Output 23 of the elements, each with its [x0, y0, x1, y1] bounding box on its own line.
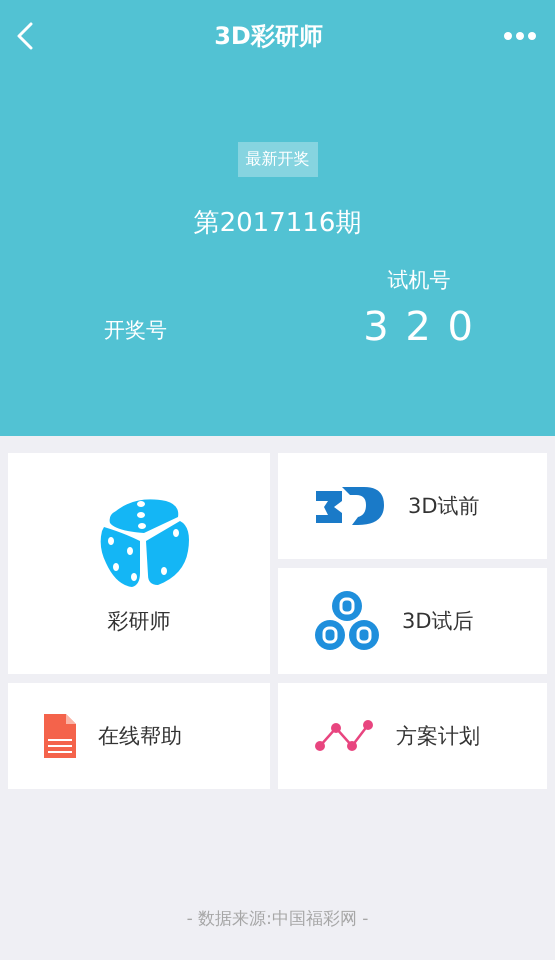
latest-draw-badge: 最新开奖	[238, 142, 318, 177]
trial-number: 3 2 0	[363, 304, 475, 350]
tile-label: 3D试后	[402, 608, 474, 635]
tile-label: 彩研师	[108, 608, 170, 634]
page-title: 3D彩研师	[214, 21, 323, 52]
menu-tile[interactable]: 3D试后	[278, 568, 547, 674]
tile-label: 3D试前	[408, 493, 480, 520]
document-icon	[44, 714, 76, 758]
back-icon[interactable]	[16, 22, 34, 50]
line-chart-icon	[314, 720, 374, 752]
number-balls-icon	[314, 590, 380, 652]
period-number: 第2017116期	[192, 207, 362, 240]
menu-tile[interactable]: 彩研师	[8, 453, 270, 674]
draw-number-label: 开奖号	[104, 317, 167, 344]
tile-label: 在线帮助	[98, 723, 182, 750]
three-d-logo-icon	[314, 485, 386, 527]
menu-tile[interactable]: 3D试前	[278, 453, 547, 559]
menu-tile[interactable]: 方案计划	[278, 683, 547, 789]
tile-label: 方案计划	[396, 723, 480, 750]
more-icon[interactable]	[503, 31, 537, 41]
menu-tile[interactable]: 在线帮助	[8, 683, 270, 789]
data-source-note: - 数据来源:中国福彩网 -	[186, 908, 370, 930]
trial-number-label: 试机号	[388, 267, 451, 294]
